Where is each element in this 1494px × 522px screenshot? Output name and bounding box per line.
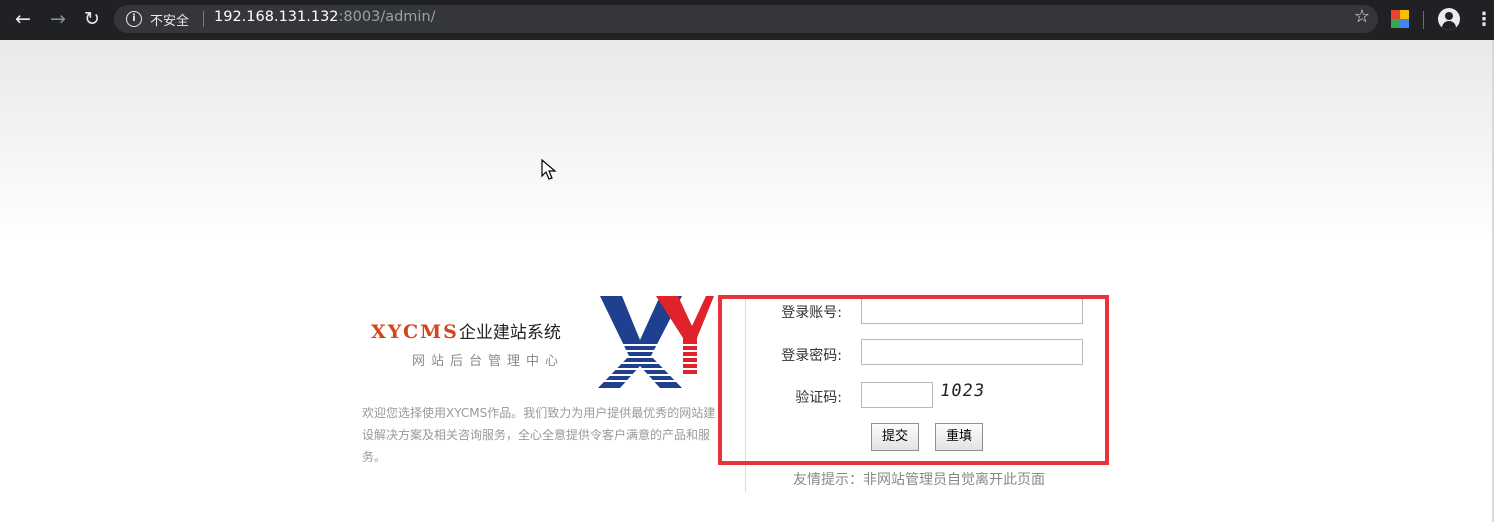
browser-toolbar: ← → ↻ i 不安全 192.168.131.132:8003/admin/ … xyxy=(0,0,1494,40)
star-icon[interactable]: ☆ xyxy=(1354,6,1370,27)
info-icon[interactable]: i xyxy=(126,11,142,27)
xy-logo xyxy=(598,296,714,388)
more-menu-icon[interactable]: ⋮ xyxy=(1475,9,1493,31)
address-separator xyxy=(203,11,204,27)
url-host: 192.168.131.132 xyxy=(214,9,339,25)
reload-icon[interactable]: ↻ xyxy=(79,6,105,32)
url-text[interactable]: 192.168.131.132:8003/admin/ xyxy=(214,9,436,25)
mouse-cursor-icon xyxy=(541,159,557,180)
extension-icon[interactable] xyxy=(1391,10,1409,28)
url-path: :8003/admin/ xyxy=(338,9,436,25)
profile-icon[interactable] xyxy=(1438,8,1460,30)
hint-text: 友情提示：非网站管理员自觉离开此页面 xyxy=(793,472,1045,488)
address-bar[interactable]: i 不安全 192.168.131.132:8003/admin/ ☆ xyxy=(114,5,1378,33)
brand-name: XYCMS xyxy=(371,321,459,343)
brand-title: XYCMS企业建站系统 xyxy=(371,318,561,343)
brand-subtitle: 网站后台管理中心 xyxy=(412,354,565,369)
intro-text: 欢迎您选择使用XYCMS作品。我们致力为用户提供最优秀的网站建设解决方案及相关咨… xyxy=(362,406,716,464)
highlight-box xyxy=(718,295,1109,465)
forward-arrow-icon[interactable]: → xyxy=(45,6,71,32)
security-label[interactable]: 不安全 xyxy=(150,10,189,29)
toolbar-separator xyxy=(1423,11,1424,29)
brand-suffix: 企业建站系统 xyxy=(458,323,561,343)
back-arrow-icon[interactable]: ← xyxy=(10,6,36,32)
